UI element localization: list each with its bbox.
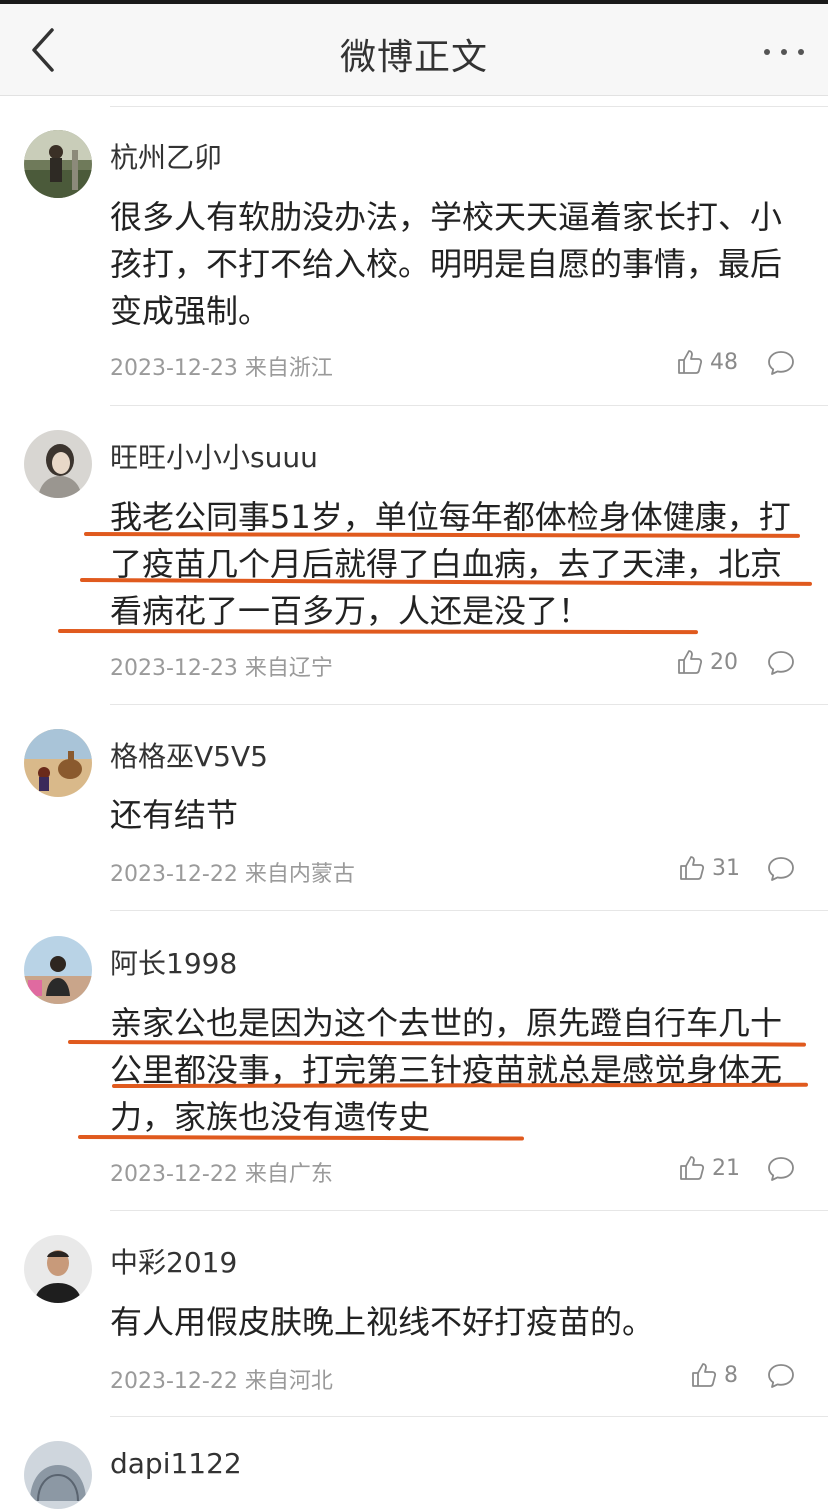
comment-username[interactable]: 阿长1998 [110, 942, 237, 982]
divider [110, 405, 828, 406]
comment-username[interactable]: 格格巫V5V5 [110, 735, 268, 775]
avatar[interactable] [24, 1235, 92, 1303]
comment-meta: 2023-12-23 来自浙江 [110, 356, 333, 381]
like-button[interactable]: 8 [690, 1361, 738, 1389]
more-button[interactable] [764, 32, 804, 72]
avatar[interactable] [24, 130, 92, 198]
page-title: 微博正文 [339, 37, 488, 78]
comment-text: 我老公同事51岁，单位每年都体检身体健康，打了疫苗几个月后就得了白血病，去了天津… [110, 498, 791, 630]
like-button[interactable]: 21 [678, 1154, 740, 1182]
comment-meta: 2023-12-22 来自河北 [110, 1369, 333, 1394]
avatar[interactable] [24, 936, 92, 1004]
divider [110, 106, 828, 107]
comment-icon[interactable] [766, 855, 796, 883]
like-count: 31 [712, 855, 740, 881]
like-icon [678, 650, 703, 674]
comment-icon[interactable] [766, 649, 796, 677]
divider [110, 1210, 828, 1211]
avatar[interactable] [24, 1441, 92, 1509]
comment-meta: 2023-12-22 来自内蒙古 [110, 862, 355, 887]
comment-text: 还有结节 [110, 796, 239, 834]
comment-username[interactable]: 旺旺小小小suuu [110, 436, 318, 476]
like-count: 8 [724, 1362, 738, 1388]
more-icon-dot [781, 49, 787, 55]
comment-text: 亲家公也是因为这个去世的，原先蹬自行车几十公里都没事，打完第三针疫苗就总是感觉身… [110, 1004, 783, 1136]
comment-icon[interactable] [766, 1155, 796, 1183]
comment-username[interactable]: 中彩2019 [110, 1241, 237, 1281]
like-count: 48 [710, 349, 738, 375]
avatar[interactable] [24, 729, 92, 797]
divider [110, 910, 828, 911]
nav-bar: 微博正文 [0, 4, 828, 96]
comment-icon[interactable] [766, 349, 796, 377]
divider [110, 704, 828, 705]
like-icon [680, 856, 705, 880]
comment-text: 有人用假皮肤晚上视线不好打疫苗的。 [110, 1303, 655, 1341]
comment-meta: 2023-12-22 来自广东 [110, 1162, 333, 1187]
like-icon [680, 1156, 705, 1180]
like-button[interactable]: 48 [676, 348, 738, 376]
like-count: 20 [710, 649, 738, 675]
like-button[interactable]: 20 [676, 648, 738, 676]
comment-text: 很多人有软肋没办法，学校天天逼着家长打、小孩打，不打不给入校。明明是自愿的事情，… [110, 198, 783, 330]
comment-username[interactable]: 杭州乙卯 [110, 136, 222, 176]
like-icon [678, 350, 703, 374]
divider [110, 1416, 828, 1417]
comment-meta: 2023-12-23 来自辽宁 [110, 656, 333, 681]
comment-icon[interactable] [766, 1362, 796, 1390]
like-count: 21 [712, 1155, 740, 1181]
more-icon-dot [798, 49, 804, 55]
like-icon [692, 1363, 717, 1387]
like-button[interactable]: 31 [678, 854, 740, 882]
more-icon [764, 49, 770, 55]
avatar[interactable] [24, 430, 92, 498]
comment-username[interactable]: dapi1122 [110, 1447, 242, 1480]
